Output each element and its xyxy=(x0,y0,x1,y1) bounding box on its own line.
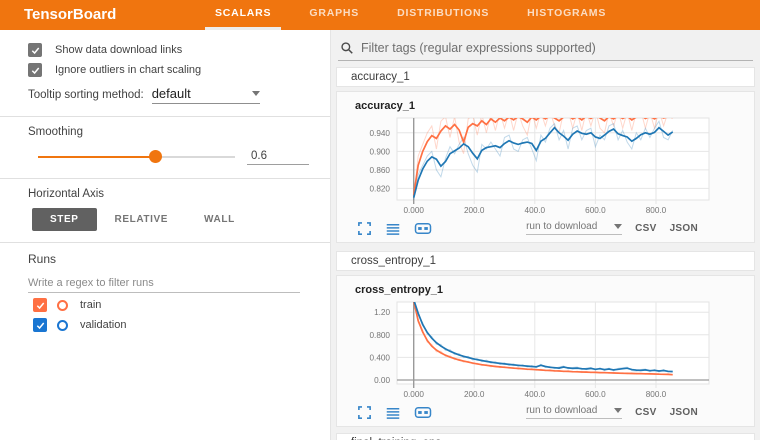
chart-toolbar: run to download CSV JSON xyxy=(345,216,754,240)
run-row-train: train xyxy=(0,295,330,315)
chart-title: accuracy_1 xyxy=(355,100,754,112)
checkmark-icon xyxy=(35,300,46,311)
fit-domain-icon[interactable] xyxy=(414,405,432,420)
ignore-outliers-checkbox[interactable] xyxy=(28,63,42,77)
chevron-down-icon xyxy=(614,408,622,413)
expand-chart-icon[interactable] xyxy=(357,405,372,420)
run-validation-checkbox[interactable] xyxy=(33,318,47,332)
svg-text:400.0: 400.0 xyxy=(525,390,546,399)
divider xyxy=(0,178,330,179)
svg-text:0.400: 0.400 xyxy=(370,353,391,362)
log-scale-icon[interactable] xyxy=(385,221,401,236)
section-header-accuracy[interactable]: accuracy_1 xyxy=(336,67,755,87)
smoothing-slider-fill xyxy=(38,156,156,158)
svg-text:0.860: 0.860 xyxy=(370,166,391,175)
smoothing-value-input[interactable] xyxy=(247,148,309,165)
show-download-links-label: Show data download links xyxy=(55,44,182,56)
tooltip-sorting-dropdown[interactable]: default xyxy=(152,86,260,104)
chevron-down-icon xyxy=(614,224,622,229)
smoothing-label: Smoothing xyxy=(0,126,330,138)
svg-text:200.0: 200.0 xyxy=(464,390,485,399)
run-to-download-dropdown[interactable]: run to download xyxy=(526,405,622,419)
svg-text:800.0: 800.0 xyxy=(646,206,667,215)
tag-filter-bar xyxy=(338,39,753,61)
chart-card-accuracy: accuracy_1 0.000 200.0 400.0 600.0 800.0 0.82… xyxy=(336,91,755,243)
cross-entropy-chart[interactable]: 0.000 200.0 400.0 600.0 800.0 0.00 0.400 0.800 1… xyxy=(345,298,754,400)
runs-regex-input[interactable] xyxy=(28,274,300,293)
svg-text:0.940: 0.940 xyxy=(370,129,391,138)
svg-text:800.0: 800.0 xyxy=(646,390,667,399)
fit-domain-icon[interactable] xyxy=(414,221,432,236)
svg-text:0.820: 0.820 xyxy=(370,184,391,193)
svg-text:400.0: 400.0 xyxy=(525,206,546,215)
run-row-validation: validation xyxy=(0,315,330,335)
csv-download-link[interactable]: CSV xyxy=(635,407,656,418)
run-validation-label: validation xyxy=(80,319,126,331)
csv-download-link[interactable]: CSV xyxy=(635,223,656,234)
chevron-down-icon xyxy=(252,91,260,96)
log-scale-icon[interactable] xyxy=(385,405,401,420)
section-header-final-training-ops[interactable]: final_training_ops xyxy=(336,433,755,440)
checkmark-icon xyxy=(30,45,41,56)
ignore-outliers-label: Ignore outliers in chart scaling xyxy=(55,64,201,76)
svg-text:200.0: 200.0 xyxy=(464,206,485,215)
tab-histograms[interactable]: HISTOGRAMS xyxy=(517,0,616,30)
svg-text:0.000: 0.000 xyxy=(403,390,424,399)
run-train-checkbox[interactable] xyxy=(33,298,47,312)
json-download-link[interactable]: JSON xyxy=(670,407,698,418)
tag-filter-input[interactable] xyxy=(361,41,753,55)
tooltip-sorting-label: Tooltip sorting method: xyxy=(28,89,144,101)
svg-text:0.800: 0.800 xyxy=(370,331,391,340)
svg-text:0.000: 0.000 xyxy=(403,206,424,215)
settings-sidebar: Show data download links Ignore outliers… xyxy=(0,30,330,440)
checkmark-icon xyxy=(35,320,46,331)
svg-text:0.00: 0.00 xyxy=(374,376,390,385)
run-validation-color-swatch[interactable] xyxy=(57,320,68,331)
smoothing-slider[interactable] xyxy=(38,156,235,158)
axis-wall-button[interactable]: WALL xyxy=(186,208,253,231)
runs-label: Runs xyxy=(0,252,330,266)
accuracy-chart[interactable]: 0.000 200.0 400.0 600.0 800.0 0.820 0.860 0.900… xyxy=(345,114,754,216)
axis-relative-button[interactable]: RELATIVE xyxy=(97,208,187,231)
svg-text:600.0: 600.0 xyxy=(585,206,606,215)
axis-step-button[interactable]: STEP xyxy=(32,208,97,231)
expand-chart-icon[interactable] xyxy=(357,221,372,236)
tab-graphs[interactable]: GRAPHS xyxy=(299,0,369,30)
section-header-cross-entropy[interactable]: cross_entropy_1 xyxy=(336,251,755,271)
json-download-link[interactable]: JSON xyxy=(670,223,698,234)
run-train-label: train xyxy=(80,299,101,311)
run-train-color-swatch[interactable] xyxy=(57,300,68,311)
horizontal-axis-label: Horizontal Axis xyxy=(0,188,330,200)
svg-text:0.900: 0.900 xyxy=(370,147,391,156)
chart-title: cross_entropy_1 xyxy=(355,284,754,296)
run-to-download-dropdown[interactable]: run to download xyxy=(526,221,622,235)
checkmark-icon xyxy=(30,65,41,76)
svg-text:1.20: 1.20 xyxy=(374,308,390,317)
divider xyxy=(0,242,330,243)
smoothing-slider-knob[interactable] xyxy=(149,150,162,163)
chart-toolbar: run to download CSV JSON xyxy=(345,400,754,424)
show-download-links-checkbox[interactable] xyxy=(28,43,42,57)
scalars-dashboard: accuracy_1 accuracy_1 0.000 200.0 400.0 600… xyxy=(330,30,760,440)
search-icon xyxy=(340,41,354,55)
divider xyxy=(0,116,330,117)
tab-scalars[interactable]: SCALARS xyxy=(205,0,281,30)
svg-text:600.0: 600.0 xyxy=(585,390,606,399)
run-to-download-label: run to download xyxy=(526,405,597,416)
chart-card-cross-entropy: cross_entropy_1 0.000 200.0 400.0 600.0 800.… xyxy=(336,275,755,427)
app-title: TensorBoard xyxy=(24,0,140,30)
run-to-download-label: run to download xyxy=(526,221,597,232)
tab-distributions[interactable]: DISTRIBUTIONS xyxy=(387,0,499,30)
tab-bar: SCALARS GRAPHS DISTRIBUTIONS HISTOGRAMS xyxy=(196,0,625,30)
app-header: TensorBoard SCALARS GRAPHS DISTRIBUTIONS… xyxy=(0,0,760,30)
tooltip-sorting-value: default xyxy=(152,86,191,101)
